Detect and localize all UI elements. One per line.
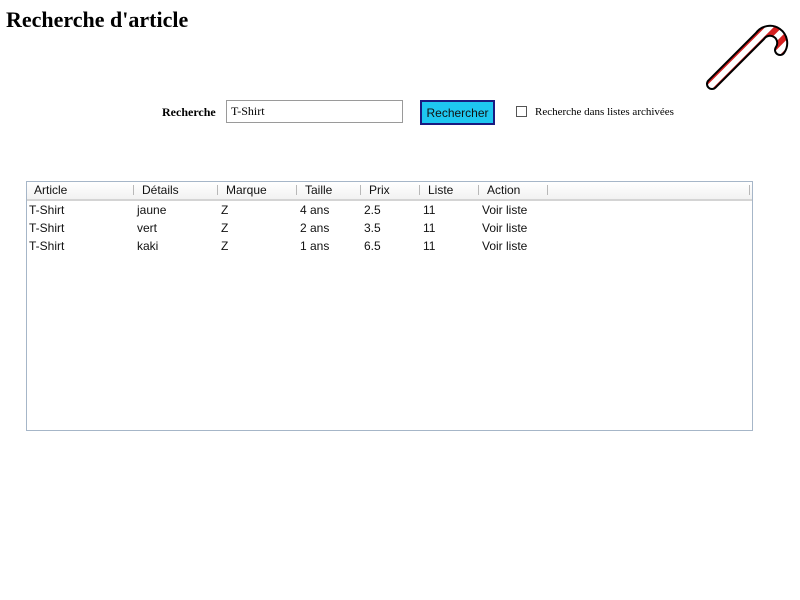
cell-liste: 11 — [423, 203, 436, 217]
cell-liste: 11 — [423, 221, 436, 235]
cell-marque: Z — [221, 239, 229, 253]
column-header-article[interactable]: Article — [34, 184, 67, 197]
view-list-link[interactable]: Voir liste — [482, 221, 527, 235]
cell-details: kaki — [137, 239, 159, 253]
column-divider[interactable] — [419, 185, 420, 195]
cell-taille: 4 ans — [300, 203, 330, 217]
cell-taille: 2 ans — [300, 221, 330, 235]
column-divider[interactable] — [133, 185, 134, 195]
cell-liste: 11 — [423, 239, 436, 253]
cell-marque: Z — [221, 221, 229, 235]
cell-article: T-Shirt — [29, 203, 65, 217]
column-divider[interactable] — [217, 185, 218, 195]
column-header-details[interactable]: Détails — [142, 184, 179, 197]
search-button[interactable]: Rechercher — [420, 100, 495, 125]
column-divider[interactable] — [360, 185, 361, 195]
results-table-header: Article Détails Marque Taille Prix Liste… — [27, 182, 752, 201]
column-divider[interactable] — [478, 185, 479, 195]
column-header-taille[interactable]: Taille — [305, 184, 332, 197]
cell-marque: Z — [221, 203, 229, 217]
cell-prix: 3.5 — [364, 221, 381, 235]
column-header-action[interactable]: Action — [487, 184, 520, 197]
cell-details: vert — [137, 221, 158, 235]
column-divider[interactable] — [296, 185, 297, 195]
view-list-link[interactable]: Voir liste — [482, 203, 527, 217]
candy-cane-icon — [706, 24, 789, 90]
results-table: Article Détails Marque Taille Prix Liste… — [26, 181, 753, 431]
archive-checkbox-label[interactable]: Recherche dans listes archivées — [535, 106, 674, 118]
column-header-prix[interactable]: Prix — [369, 184, 390, 197]
cell-article: T-Shirt — [29, 239, 65, 253]
column-header-liste[interactable]: Liste — [428, 184, 453, 197]
cell-taille: 1 ans — [300, 239, 330, 253]
search-label: Recherche — [162, 105, 216, 119]
column-divider[interactable] — [547, 185, 548, 195]
cell-details: jaune — [137, 203, 167, 217]
table-row[interactable]: T-Shirt kaki Z 1 ans 6.5 11 Voir liste — [27, 237, 752, 255]
column-header-marque[interactable]: Marque — [226, 184, 267, 197]
cell-prix: 6.5 — [364, 239, 381, 253]
page-title: Recherche d'article — [6, 7, 189, 32]
column-divider[interactable] — [749, 185, 750, 195]
search-input[interactable] — [226, 100, 403, 123]
cell-article: T-Shirt — [29, 221, 65, 235]
table-row[interactable]: T-Shirt vert Z 2 ans 3.5 11 Voir liste — [27, 219, 752, 237]
table-row[interactable]: T-Shirt jaune Z 4 ans 2.5 11 Voir liste — [27, 201, 752, 219]
view-list-link[interactable]: Voir liste — [482, 239, 527, 253]
cell-prix: 2.5 — [364, 203, 381, 217]
archive-checkbox[interactable] — [516, 106, 527, 117]
